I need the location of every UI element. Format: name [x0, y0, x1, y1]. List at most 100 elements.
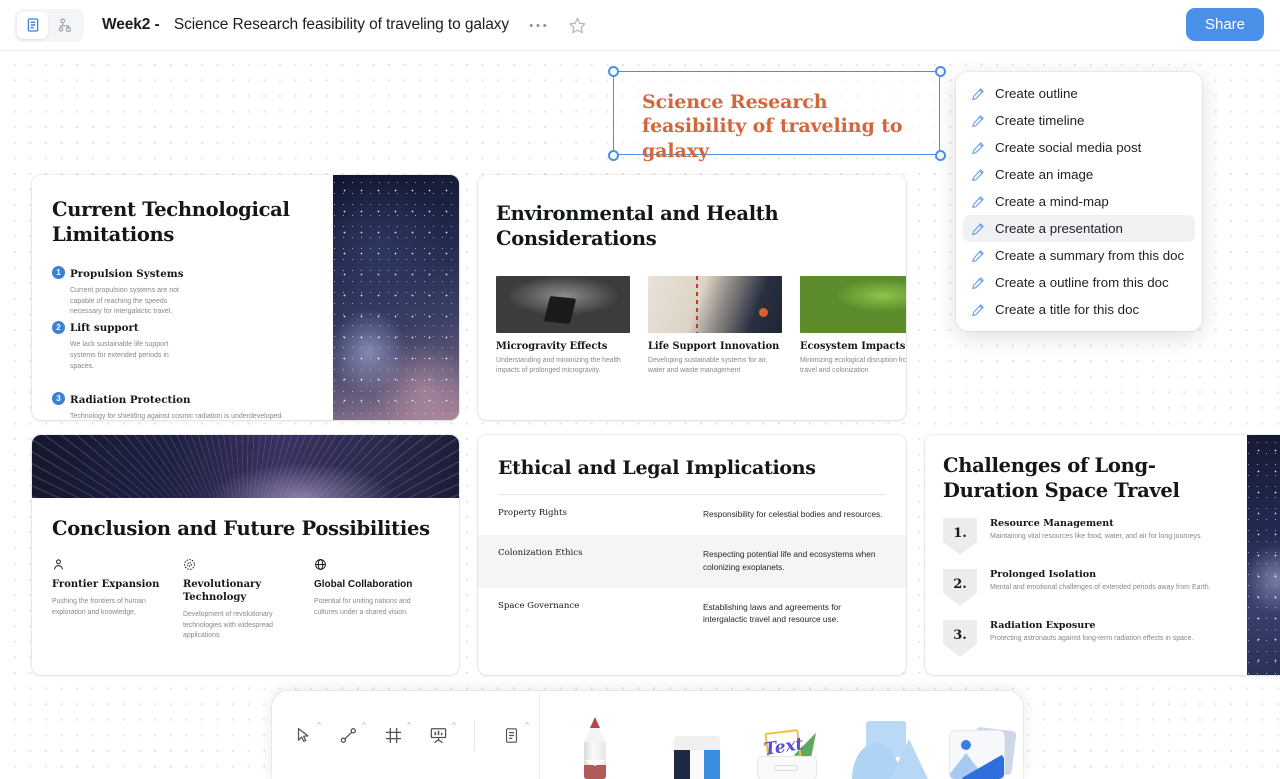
- step-badge: 3.: [943, 619, 977, 657]
- pencil-icon: [971, 249, 985, 263]
- text-tool[interactable]: Text: [748, 711, 834, 779]
- ai-actions-menu[interactable]: Create outline Create timeline Create soci…: [956, 72, 1202, 331]
- row-value: Responsibility for celestial bodies and …: [703, 509, 883, 519]
- item-title: Ecosystem Impacts: [800, 340, 906, 352]
- pencil-icon: [971, 276, 985, 290]
- item-body: We lack sustainable life support systems…: [70, 341, 169, 370]
- row-key: Space Governance: [498, 600, 580, 611]
- eraser-left: [674, 750, 690, 779]
- triangle-shape-icon: [890, 739, 928, 779]
- list-item: Revolutionary Technology Development of …: [183, 558, 291, 642]
- card4-heading: Ethical and Legal Implications: [498, 457, 816, 479]
- person-icon: [52, 558, 160, 573]
- menu-item-create-timeline[interactable]: Create timeline: [963, 107, 1195, 134]
- frame-tool[interactable]: ^: [380, 721, 411, 748]
- list-item: 3. Radiation Exposure Protecting astrona…: [943, 619, 1225, 657]
- table-row: Space Governance Establishing laws and a…: [498, 588, 886, 641]
- step-badge: 1.: [943, 517, 977, 555]
- eraser-tool[interactable]: [652, 711, 738, 779]
- menu-item-create-social-media-post[interactable]: Create social media post: [963, 134, 1195, 161]
- item-body: Developing sustainable systems for air, …: [648, 356, 768, 375]
- list-item: Microgravity Effects Understanding and m…: [496, 275, 630, 377]
- menu-item-label: Create outline: [995, 86, 1078, 101]
- menu-item-create-a-presentation[interactable]: Create a presentation: [963, 215, 1195, 242]
- pencil-icon: [971, 222, 985, 236]
- mode-flow-button[interactable]: [50, 12, 81, 39]
- pencil-lead: [590, 717, 600, 728]
- menu-item-create-a-outline-from-this-doc[interactable]: Create a outline from this doc: [963, 269, 1195, 296]
- resize-handle-top-left[interactable]: [607, 65, 619, 77]
- table-row: Colonization Ethics Respecting potential…: [478, 534, 906, 588]
- resize-handle-top-right[interactable]: [934, 65, 946, 77]
- mode-doc-button[interactable]: [17, 11, 48, 39]
- menu-item-label: Create social media post: [995, 140, 1142, 155]
- menu-item-create-an-image[interactable]: Create an image: [963, 161, 1195, 188]
- card-current-technological-limitations[interactable]: Current Technological Limitations 1 Propu…: [32, 175, 459, 420]
- item-title: Radiation Protection: [70, 393, 191, 406]
- resize-handle-bottom-right[interactable]: [934, 149, 946, 161]
- pen-tool[interactable]: [556, 711, 642, 779]
- card1-items: 1 Propulsion Systems Current propulsion s…: [52, 264, 335, 420]
- image-sun-dot: [961, 740, 971, 750]
- list-item: Ecosystem Impacts Minimizing ecological …: [800, 275, 906, 377]
- row-key: Colonization Ethics: [498, 547, 583, 558]
- share-button[interactable]: Share: [1185, 8, 1264, 41]
- target-dotted-icon: [183, 558, 291, 573]
- galaxy-image: [1247, 435, 1280, 675]
- list-item: Frontier Expansion Pushing the frontiers…: [52, 558, 160, 642]
- more-options-button[interactable]: [527, 14, 549, 36]
- connector-tool[interactable]: ^: [335, 721, 366, 748]
- presentation-tool[interactable]: ^: [425, 721, 456, 748]
- bottom-toolbar[interactable]: ^ ^ ^ ^ ^ Text: [272, 691, 1023, 779]
- item-body: Potential for uniting nations and cultur…: [314, 598, 411, 616]
- chevron-up-icon: ^: [452, 721, 456, 730]
- list-item: Global Collaboration Potential for uniti…: [314, 558, 422, 642]
- menu-item-label: Create an image: [995, 167, 1094, 182]
- badge-number: 3: [52, 392, 65, 406]
- card-environmental-and-health[interactable]: Environmental and Health Considerations …: [478, 175, 906, 420]
- item-body: Current propulsion systems are not capab…: [70, 286, 179, 316]
- menu-item-create-a-mind-map[interactable]: Create a mind-map: [963, 188, 1195, 215]
- life-support-image: [648, 275, 782, 333]
- menu-item-label: Create timeline: [995, 113, 1085, 128]
- table-row: Property Rights Responsibility for celes…: [498, 495, 886, 535]
- menu-item-create-a-summary-from-this-doc[interactable]: Create a summary from this doc: [963, 242, 1195, 269]
- canvas-title-textbox[interactable]: Science Research feasibility of travelin…: [607, 65, 946, 162]
- list-item: Life Support Innovation Developing susta…: [648, 275, 782, 377]
- chevron-up-icon: ^: [317, 721, 321, 730]
- list-item: 1 Propulsion Systems Current propulsion s…: [52, 264, 185, 319]
- item-body: Pushing the frontiers of human explorati…: [52, 598, 146, 616]
- item-body: Protecting astronauts against long-term …: [990, 634, 1194, 642]
- row-value: Establishing laws and agreements for int…: [703, 601, 841, 625]
- item-title: Microgravity Effects: [496, 340, 608, 352]
- item-body: Mental and emotional challenges of exten…: [990, 583, 1211, 591]
- menu-item-create-outline[interactable]: Create outline: [963, 80, 1195, 107]
- card-ethical-and-legal[interactable]: Ethical and Legal Implications Property …: [478, 435, 906, 675]
- cursor-icon: [294, 726, 312, 744]
- image-tool[interactable]: [940, 711, 1023, 779]
- connector-line-icon: [339, 726, 358, 745]
- select-cursor-tool[interactable]: ^: [290, 721, 321, 748]
- card-challenges-long-duration[interactable]: Challenges of Long-Duration Space Travel…: [925, 435, 1280, 675]
- item-title: Propulsion Systems: [70, 267, 184, 280]
- view-mode-toggle[interactable]: [14, 8, 84, 42]
- pencil-icon: [971, 87, 985, 101]
- frame-icon: [384, 726, 403, 745]
- document-tool[interactable]: ^: [498, 721, 529, 748]
- resize-handle-bottom-left[interactable]: [607, 149, 619, 161]
- workspace-label: Week2 -: [102, 16, 160, 33]
- item-title: Prolonged Isolation: [990, 568, 1097, 580]
- menu-item-label: Create a presentation: [995, 221, 1123, 236]
- favorite-button[interactable]: [565, 13, 589, 37]
- item-body: Understanding and minimizing the health …: [496, 356, 621, 375]
- eraser-top: [674, 736, 720, 751]
- shapes-tool[interactable]: [844, 711, 930, 779]
- toolbar-divider: [474, 720, 475, 750]
- pencil-icon: [971, 195, 985, 209]
- toolbar-basic-tools: ^ ^ ^ ^ ^: [272, 691, 529, 779]
- item-title: Lift support: [70, 322, 139, 335]
- pencil-icon: [971, 303, 985, 317]
- card5-heading: Challenges of Long-Duration Space Travel: [943, 454, 1180, 503]
- menu-item-create-a-title-for-this-doc[interactable]: Create a title for this doc: [963, 296, 1195, 323]
- card-conclusion-and-future[interactable]: Conclusion and Future Possibilities Fron…: [32, 435, 459, 675]
